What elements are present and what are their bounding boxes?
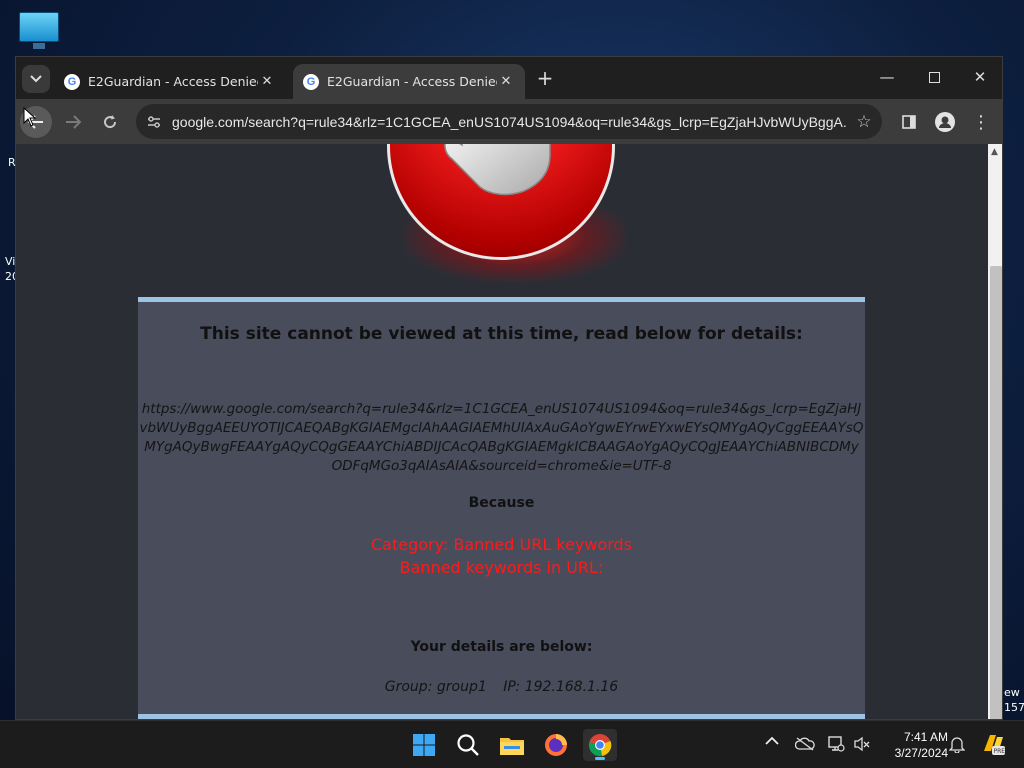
chrome-button[interactable] xyxy=(583,729,617,761)
user-details: Group: group1 IP: 192.168.1.16 xyxy=(138,679,865,695)
volume-button[interactable] xyxy=(853,735,871,757)
maximize-button[interactable] xyxy=(911,63,957,91)
scroll-up-arrow-icon[interactable]: ▲ xyxy=(991,147,998,157)
google-favicon-icon xyxy=(303,73,319,90)
desktop-label-fragment: ew xyxy=(1004,686,1020,699)
copilot-icon: PRE xyxy=(984,735,1006,755)
menu-button[interactable]: ⋮ xyxy=(965,106,997,138)
active-indicator xyxy=(595,757,605,760)
site-info-icon[interactable] xyxy=(136,115,172,129)
network-icon xyxy=(828,736,845,752)
mouse-cursor-icon xyxy=(23,107,37,127)
group-value: Group: group1 xyxy=(384,679,487,695)
clock-time: 7:41 AM xyxy=(903,730,948,744)
start-icon xyxy=(413,734,435,756)
tune-icon xyxy=(148,115,160,128)
firefox-button[interactable] xyxy=(539,729,573,761)
page-scrollbar[interactable]: ▲ xyxy=(988,144,1002,719)
firefox-icon xyxy=(545,734,567,756)
scrollbar-thumb[interactable] xyxy=(990,266,1002,719)
tab-strip: E2Guardian - Access Denied ✕ E2Guardian … xyxy=(16,57,1002,99)
side-panel-icon xyxy=(902,115,916,129)
close-icon[interactable]: ✕ xyxy=(497,73,515,91)
maximize-icon xyxy=(928,71,940,83)
desktop-label-fragment: 157 xyxy=(1004,701,1024,714)
tab-inactive[interactable]: E2Guardian - Access Denied ✕ xyxy=(54,64,286,99)
cloud-offline-icon xyxy=(794,737,815,751)
url-text[interactable]: google.com/search?q=rule34&rlz=1C1GCEA_e… xyxy=(172,114,846,130)
profile-icon xyxy=(935,112,955,132)
browser-toolbar: google.com/search?q=rule34&rlz=1C1GCEA_e… xyxy=(16,99,1002,144)
minimize-button[interactable]: — xyxy=(864,63,910,91)
forward-button[interactable] xyxy=(57,106,89,138)
system-clock[interactable]: 7:41 AM 3/27/2024 xyxy=(880,729,948,761)
details-heading: Your details are below: xyxy=(410,639,593,655)
search-button[interactable] xyxy=(451,729,485,761)
close-icon[interactable]: ✕ xyxy=(258,73,276,91)
reload-button[interactable] xyxy=(94,106,126,138)
taskbar: 7:41 AM 3/27/2024 PRE xyxy=(0,720,1024,768)
file-explorer-icon xyxy=(500,738,524,755)
arrow-right-icon xyxy=(66,115,81,129)
new-tab-button[interactable]: + xyxy=(534,68,556,90)
this-pc-desktop-icon[interactable] xyxy=(17,10,61,50)
profile-button[interactable] xyxy=(929,106,961,138)
banned-keywords-reason: Banned keywords in URL: xyxy=(399,558,604,577)
clock-date: 3/27/2024 xyxy=(894,746,948,760)
chevron-down-icon xyxy=(30,75,42,83)
blocked-url: https://www.google.com/search?q=rule34&r… xyxy=(139,401,864,474)
search-icon xyxy=(457,734,479,756)
category-reason: Category: Banned URL keywords xyxy=(370,535,633,554)
tab-title: E2Guardian - Access Denied xyxy=(88,74,258,89)
onedrive-button[interactable] xyxy=(794,737,815,755)
bookmark-star-icon[interactable]: ☆ xyxy=(846,112,882,132)
bell-icon xyxy=(948,737,966,754)
monitor-icon xyxy=(19,12,59,42)
svg-text:PRE: PRE xyxy=(994,748,1006,755)
tab-active[interactable]: E2Guardian - Access Denied ✕ xyxy=(293,64,525,99)
close-window-button[interactable]: ✕ xyxy=(957,63,1002,91)
volume-muted-icon xyxy=(854,736,870,752)
page-viewport: This site cannot be viewed at this time,… xyxy=(16,144,988,719)
chrome-icon xyxy=(589,734,612,757)
browser-window: E2Guardian - Access Denied ✕ E2Guardian … xyxy=(15,56,1003,720)
because-label: Because xyxy=(468,495,535,511)
chevron-up-icon xyxy=(765,736,779,745)
google-favicon-icon xyxy=(64,73,80,90)
reload-icon xyxy=(104,115,117,129)
network-button[interactable] xyxy=(827,735,845,757)
monitor-stand xyxy=(33,43,45,49)
hand-icon xyxy=(444,144,551,196)
ip-value: IP: 192.168.1.16 xyxy=(503,679,619,695)
address-bar[interactable]: google.com/search?q=rule34&rlz=1C1GCEA_e… xyxy=(136,104,882,139)
tab-title: E2Guardian - Access Denied xyxy=(327,74,497,89)
notifications-button[interactable] xyxy=(948,735,966,757)
side-panel-button[interactable] xyxy=(893,106,925,138)
tab-search-button[interactable] xyxy=(22,65,50,93)
start-button[interactable] xyxy=(407,729,441,761)
access-denied-card: This site cannot be viewed at this time,… xyxy=(138,297,865,719)
file-explorer-button[interactable] xyxy=(495,729,529,761)
show-hidden-icons-button[interactable] xyxy=(765,735,779,750)
more-vert-icon: ⋮ xyxy=(972,111,990,133)
desktop-label-fragment: Vi xyxy=(5,255,16,268)
copilot-button[interactable]: PRE xyxy=(980,731,1006,761)
page-title: This site cannot be viewed at this time,… xyxy=(200,324,803,344)
